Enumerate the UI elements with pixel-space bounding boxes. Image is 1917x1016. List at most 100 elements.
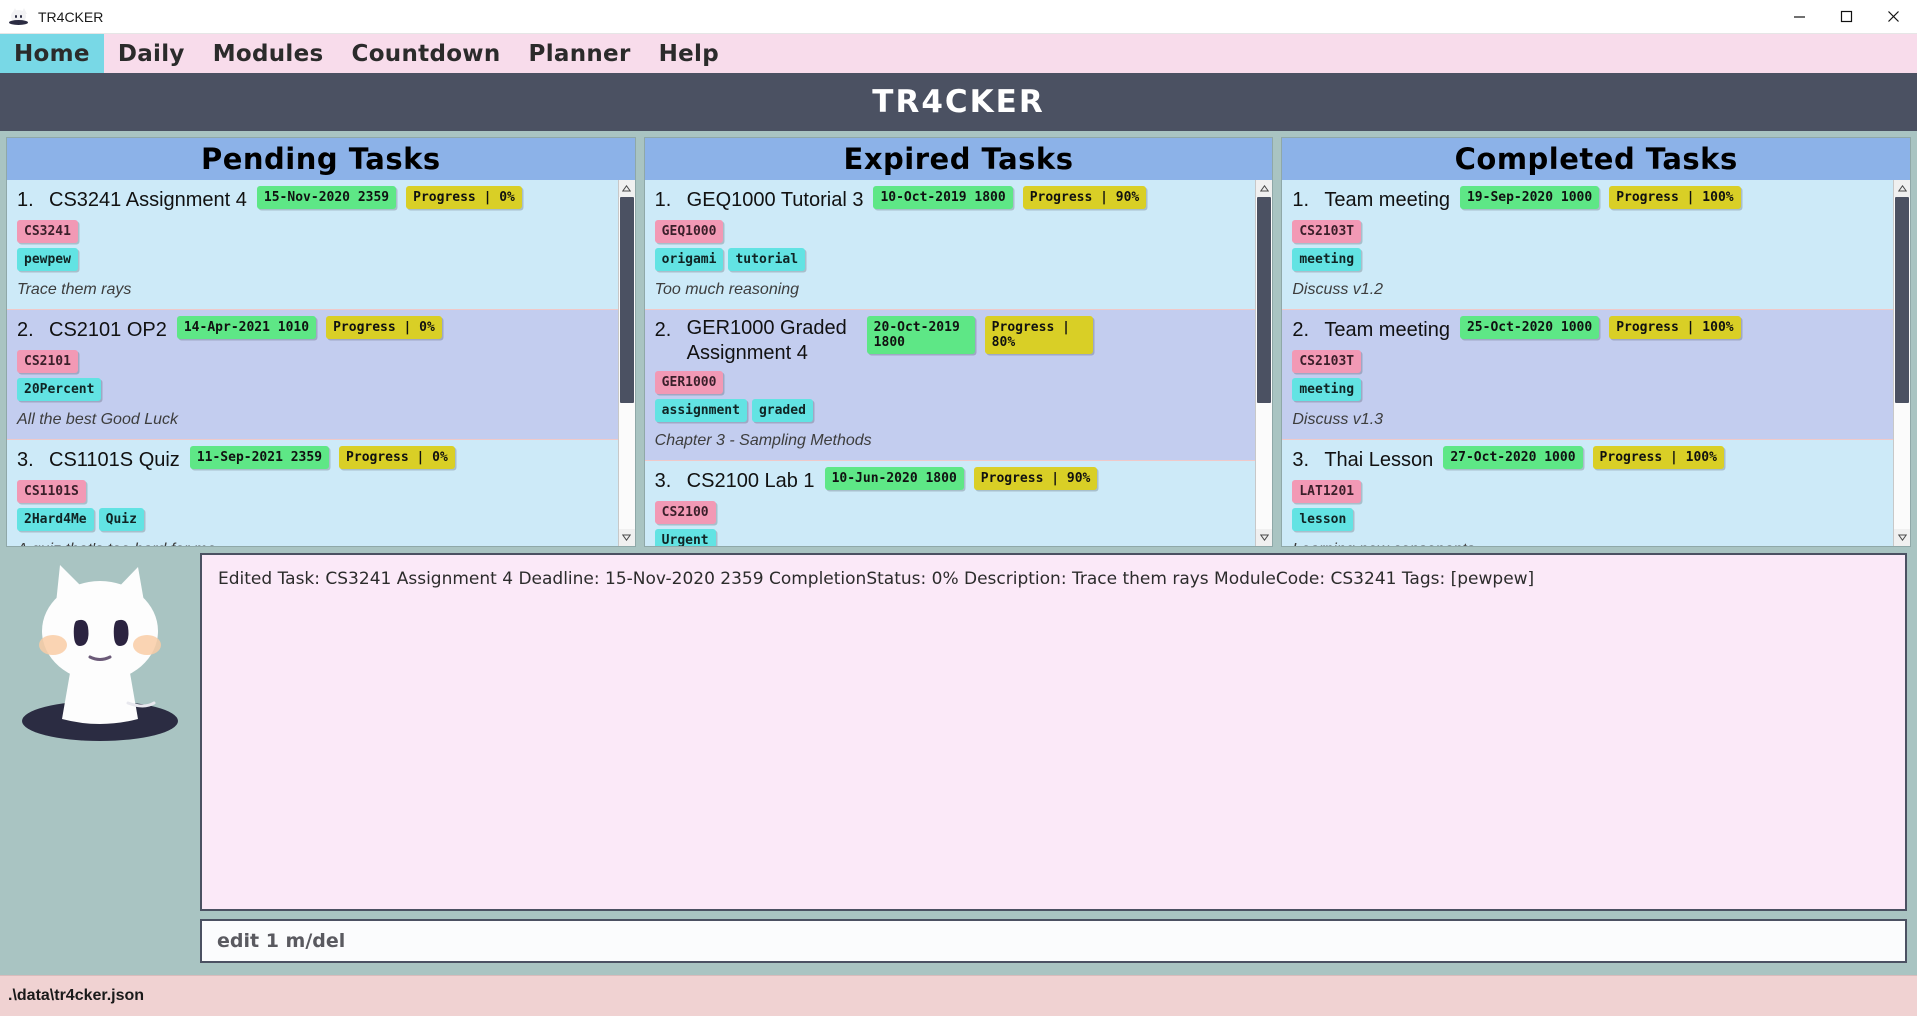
task-header-row: 2. GER1000 Graded Assignment 4 20-Oct-2019… bbox=[655, 316, 1246, 365]
task-index: 2. bbox=[654, 318, 672, 341]
scroll-down-arrow-icon[interactable] bbox=[1894, 529, 1911, 546]
task-tag-chip: meeting bbox=[1292, 248, 1362, 271]
close-button[interactable] bbox=[1870, 0, 1917, 33]
menu-item-planner[interactable]: Planner bbox=[515, 34, 645, 73]
scroll-up-arrow-icon[interactable] bbox=[1894, 180, 1911, 197]
task-tag-chip: pewpew bbox=[17, 248, 78, 271]
scroll-up-arrow-icon[interactable] bbox=[1256, 180, 1273, 197]
task-module-row: CS3241 bbox=[17, 220, 608, 243]
menu-item-home[interactable]: Home bbox=[0, 34, 104, 73]
task-card[interactable]: 2. GER1000 Graded Assignment 4 20-Oct-2019… bbox=[644, 309, 1256, 461]
task-module-chip: CS2100 bbox=[654, 501, 716, 525]
task-tag-chip: Quiz bbox=[98, 508, 144, 532]
menu-item-daily[interactable]: Daily bbox=[104, 34, 199, 73]
task-deadline-chip: 19-Sep-2020 1000 bbox=[1459, 186, 1600, 209]
task-module-row: CS2103T bbox=[1292, 220, 1883, 243]
task-card[interactable]: 2. Team meeting 25-Oct-2020 1000 Progress |… bbox=[1282, 309, 1894, 440]
result-display-box: Edited Task: CS3241 Assignment 4 Deadlin… bbox=[200, 553, 1907, 911]
scroll-down-arrow-icon[interactable] bbox=[618, 529, 635, 546]
task-module-row: GEQ1000 bbox=[654, 220, 1246, 243]
task-module-chip: GER1000 bbox=[654, 370, 724, 394]
menu-item-help[interactable]: Help bbox=[645, 34, 733, 73]
column-title: Expired Tasks bbox=[843, 142, 1074, 176]
menu-item-countdown[interactable]: Countdown bbox=[338, 34, 515, 73]
scrollbar-track[interactable] bbox=[1894, 197, 1911, 529]
task-description: Trace them rays bbox=[17, 281, 132, 298]
command-input-box[interactable]: edit 1 m/del bbox=[200, 919, 1907, 963]
task-list-completed-tasks[interactable]: 1. Team meeting 19-Sep-2020 1000 Progress |… bbox=[1282, 180, 1894, 546]
task-deadline-chip: 27-Oct-2020 1000 bbox=[1443, 446, 1583, 470]
task-deadline-chip: 20-Oct-2019 1800 bbox=[866, 316, 975, 355]
scrollbar-thumb[interactable] bbox=[1257, 197, 1272, 403]
status-bar: .\data\tr4cker.json bbox=[0, 975, 1917, 1016]
task-progress-chip: Progress | 90% bbox=[1022, 186, 1147, 209]
task-list-expired-tasks[interactable]: 1. GEQ1000 Tutorial 3 10-Oct-2019 1800 Prog… bbox=[644, 180, 1256, 546]
task-card[interactable]: 3. Thai Lesson 27-Oct-2020 1000 Progress | … bbox=[1282, 439, 1894, 546]
scrollbar-completed-tasks[interactable] bbox=[1893, 180, 1911, 546]
column-list-wrap: 1. Team meeting 19-Sep-2020 1000 Progress |… bbox=[1282, 180, 1911, 546]
task-card[interactable]: 3. CS2100 Lab 1 10-Jun-2020 1800 Progress |… bbox=[644, 460, 1256, 546]
task-name: Team meeting bbox=[1324, 318, 1450, 341]
scrollbar-thumb[interactable] bbox=[619, 197, 634, 403]
task-tags-row: lesson bbox=[1292, 508, 1883, 532]
task-card[interactable]: 2. CS2101 OP2 14-Apr-2021 1010 Progress | 0… bbox=[7, 309, 618, 440]
task-index: 3. bbox=[654, 469, 672, 492]
cat-icon bbox=[9, 7, 29, 27]
scrollbar-expired-tasks[interactable] bbox=[1255, 180, 1273, 546]
task-progress-chip: Progress | 0% bbox=[406, 186, 522, 209]
column-header-expired-tasks: Expired Tasks bbox=[644, 138, 1273, 180]
task-card[interactable]: 1. CS3241 Assignment 4 15-Nov-2020 2359 Pro… bbox=[7, 180, 618, 310]
task-list-pending-tasks[interactable]: 1. CS3241 Assignment 4 15-Nov-2020 2359 Pro… bbox=[7, 180, 618, 546]
task-progress-chip: Progress | 100% bbox=[1592, 446, 1724, 470]
window-title: TR4CKER bbox=[38, 8, 104, 25]
task-description: Discuss v1.2 bbox=[1292, 281, 1384, 298]
scrollbar-pending-tasks[interactable] bbox=[617, 180, 635, 546]
task-header-row: 3. CS2100 Lab 1 10-Jun-2020 1800 Progress |… bbox=[655, 467, 1246, 495]
menu-item-modules[interactable]: Modules bbox=[199, 34, 338, 73]
task-tags-row: meeting bbox=[1292, 248, 1883, 271]
task-progress-chip: Progress | 0% bbox=[339, 446, 455, 470]
column-list-wrap: 1. CS3241 Assignment 4 15-Nov-2020 2359 Pro… bbox=[7, 180, 635, 546]
command-input-value[interactable]: edit 1 m/del bbox=[217, 930, 345, 952]
task-module-row: CS1101S bbox=[17, 480, 608, 504]
task-module-chip: CS3241 bbox=[17, 220, 78, 243]
task-index: 1. bbox=[17, 188, 34, 211]
column-completed-tasks: Completed Tasks 1. Team meeting 19-Sep-2020… bbox=[1281, 137, 1912, 547]
scrollbar-track[interactable] bbox=[1256, 197, 1273, 529]
bottom-area: Edited Task: CS3241 Assignment 4 Deadlin… bbox=[0, 547, 1917, 975]
task-module-row: CS2101 bbox=[17, 350, 608, 374]
task-tags-row: 20Percent bbox=[17, 378, 608, 402]
task-module-chip: GEQ1000 bbox=[654, 220, 724, 243]
task-card[interactable]: 1. GEQ1000 Tutorial 3 10-Oct-2019 1800 Prog… bbox=[644, 180, 1256, 310]
task-header-row: 1. Team meeting 19-Sep-2020 1000 Progress |… bbox=[1292, 186, 1883, 214]
task-card[interactable]: 3. CS1101S Quiz 11-Sep-2021 2359 Progress |… bbox=[7, 439, 618, 546]
task-module-chip: CS2103T bbox=[1292, 350, 1362, 374]
task-name: Team meeting bbox=[1324, 188, 1450, 211]
task-progress-chip: Progress | 0% bbox=[326, 316, 442, 340]
io-stack: Edited Task: CS3241 Assignment 4 Deadlin… bbox=[200, 553, 1907, 963]
minimize-button[interactable] bbox=[1776, 0, 1823, 33]
scrollbar-thumb[interactable] bbox=[1895, 197, 1910, 403]
task-description: A quiz that's too hard for me bbox=[17, 540, 608, 546]
maximize-button[interactable] bbox=[1823, 0, 1870, 33]
task-index: 1. bbox=[1292, 188, 1310, 211]
scroll-down-arrow-icon[interactable] bbox=[1256, 529, 1273, 546]
task-name: CS2100 Lab 1 bbox=[686, 469, 815, 492]
task-tag-chip: origami bbox=[654, 248, 724, 271]
task-name: GER1000 Graded Assignment 4 bbox=[686, 317, 847, 364]
task-tag-chip: assignment bbox=[654, 398, 747, 422]
task-deadline-chip: 10-Oct-2019 1800 bbox=[873, 186, 1013, 209]
column-header-completed-tasks: Completed Tasks bbox=[1282, 138, 1911, 180]
task-header-row: 1. GEQ1000 Tutorial 3 10-Oct-2019 1800 Prog… bbox=[655, 186, 1246, 214]
task-index: 3. bbox=[17, 448, 34, 471]
task-progress-chip: Progress | 100% bbox=[1609, 316, 1741, 340]
scroll-up-arrow-icon[interactable] bbox=[618, 180, 635, 197]
task-tag-chip: 2Hard4Me bbox=[17, 508, 94, 532]
task-tag-chip: tutorial bbox=[728, 248, 806, 271]
scrollbar-track[interactable] bbox=[618, 197, 635, 529]
task-tag-chip: Urgent bbox=[654, 529, 716, 546]
column-expired-tasks: Expired Tasks 1. GEQ1000 Tutorial 3 10-Oct-… bbox=[643, 137, 1274, 547]
task-card[interactable]: 1. Team meeting 19-Sep-2020 1000 Progress |… bbox=[1282, 180, 1894, 310]
task-name: Thai Lesson bbox=[1324, 449, 1434, 472]
task-tag-chip: meeting bbox=[1292, 378, 1362, 402]
